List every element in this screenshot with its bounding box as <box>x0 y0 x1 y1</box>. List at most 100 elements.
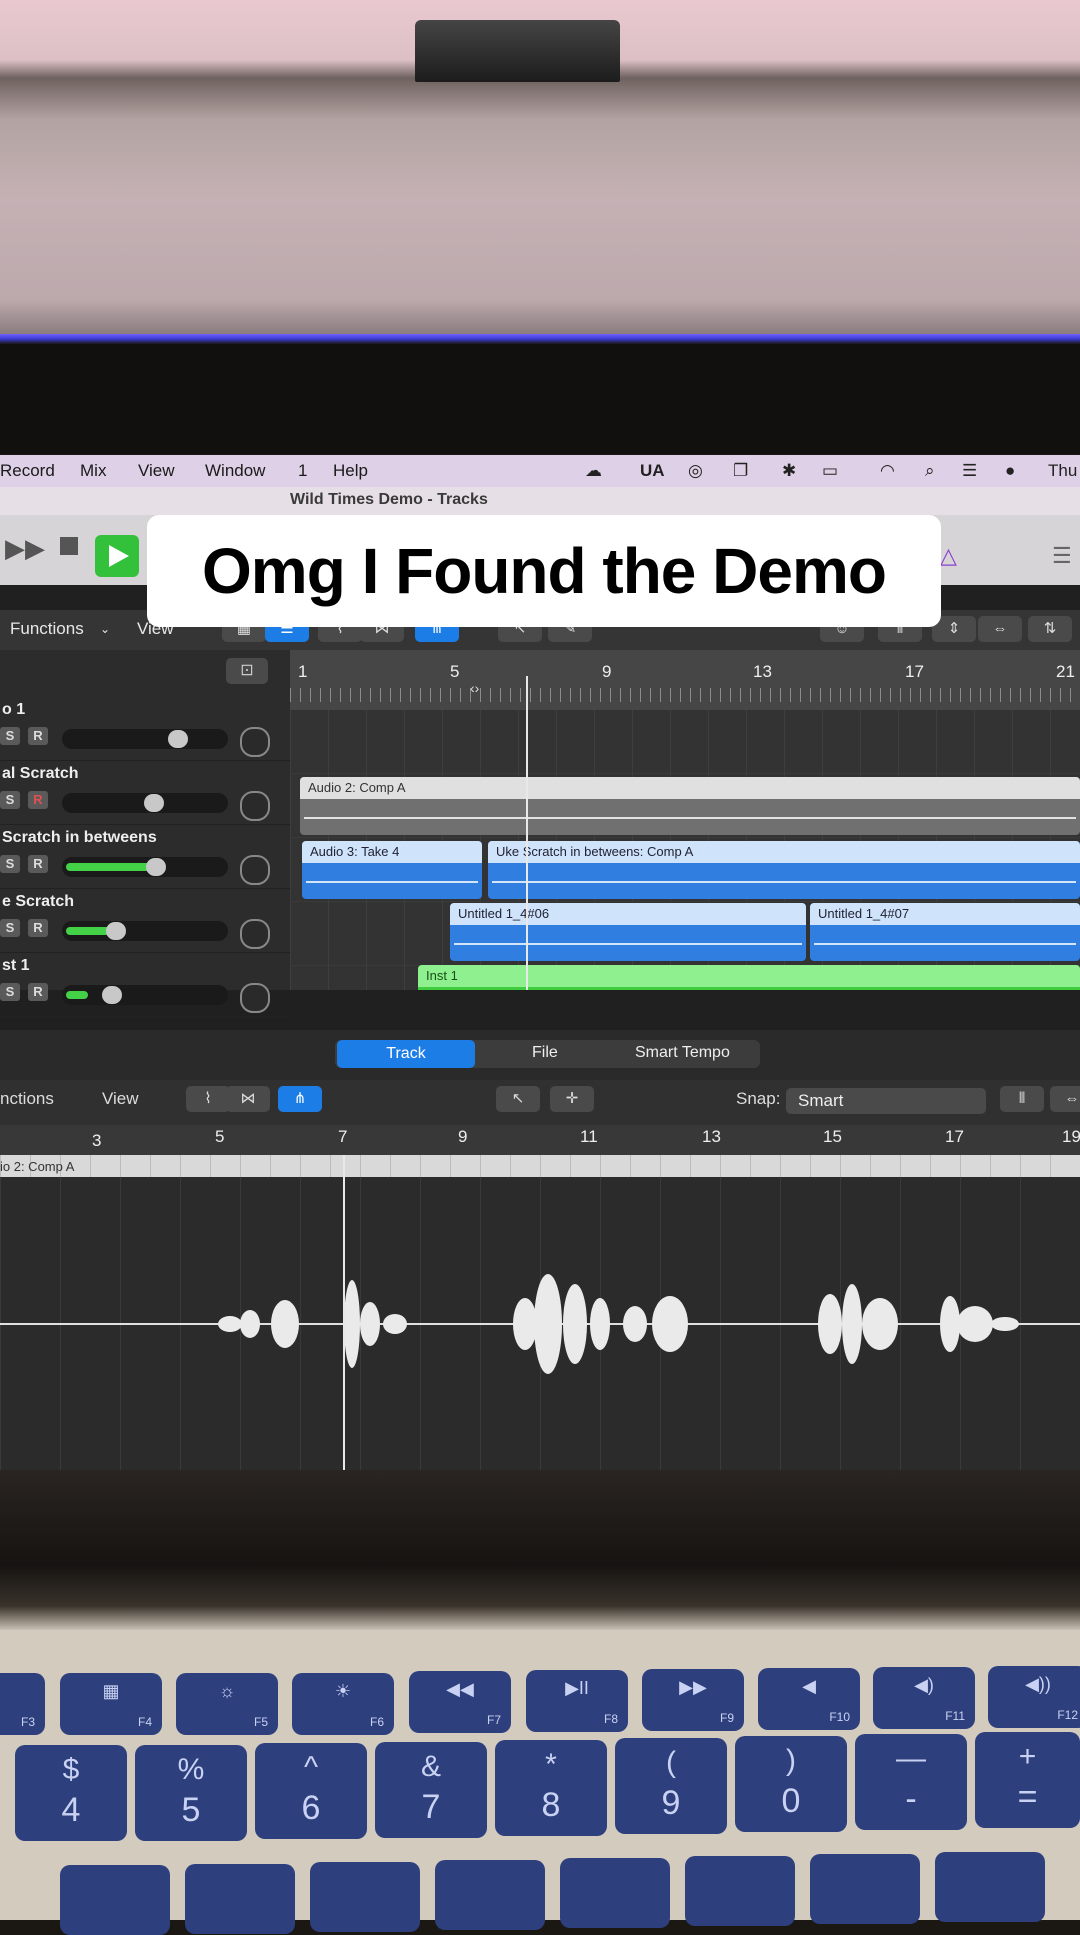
track-header[interactable]: al Scratch S R <box>0 761 290 825</box>
solo-button[interactable]: S <box>0 791 20 809</box>
siri-icon[interactable]: ● <box>1005 461 1015 481</box>
search-icon[interactable]: ⌕ <box>925 461 935 481</box>
functions-menu[interactable]: Functions <box>10 619 84 639</box>
snap-icon[interactable]: ⋔ <box>278 1086 322 1112</box>
crosshair-tool-icon[interactable]: ✛ <box>550 1086 594 1112</box>
track-header[interactable]: st 1 S R <box>0 953 290 1017</box>
record-button[interactable]: R <box>28 855 48 873</box>
pan-knob[interactable] <box>240 919 270 949</box>
horizontal-zoom-icon[interactable]: ⇔ <box>978 616 1022 642</box>
tab-file[interactable]: File <box>532 1044 558 1062</box>
key-9[interactable]: (9 <box>615 1738 727 1834</box>
bar-ruler[interactable]: 1 5 9 13 17 21 ‹› <box>290 650 1080 711</box>
volume-fader[interactable] <box>62 793 228 813</box>
audio-region[interactable]: Uke Scratch in betweens: Comp A <box>488 841 1080 899</box>
f6-key[interactable]: ☀ F6 <box>292 1673 394 1735</box>
catch-playhead-icon[interactable]: ⊡ <box>226 658 268 684</box>
f8-key[interactable]: ▶II F8 <box>526 1670 628 1732</box>
solo-button[interactable]: S <box>0 919 20 937</box>
region-strip[interactable]: io 2: Comp A <box>0 1155 1080 1177</box>
midi-region[interactable]: Inst 1 <box>418 965 1080 990</box>
menu-mix[interactable]: Mix <box>80 461 106 481</box>
stop-icon[interactable] <box>60 537 78 555</box>
editor-ruler[interactable]: 3 5 7 9 11 13 15 17 19 <box>0 1125 1080 1155</box>
zoom-slider-icon[interactable]: ⇅ <box>1028 616 1072 642</box>
volume-fader[interactable] <box>62 857 228 877</box>
pan-knob[interactable] <box>240 727 270 757</box>
solo-button[interactable]: S <box>0 855 20 873</box>
key-row-3[interactable] <box>560 1858 670 1928</box>
playhead[interactable] <box>526 676 528 990</box>
pan-knob[interactable] <box>240 791 270 821</box>
snap-select[interactable]: Smart <box>786 1088 986 1114</box>
functions-menu[interactable]: nctions <box>0 1089 54 1109</box>
menu-view[interactable]: View <box>138 461 175 481</box>
menu-1[interactable]: 1 <box>298 461 307 481</box>
key-7[interactable]: & 7 <box>375 1742 487 1838</box>
menu-help[interactable]: Help <box>333 461 368 481</box>
key-row-3[interactable] <box>685 1856 795 1926</box>
audio-region[interactable]: Untitled 1_4#06 <box>450 903 806 961</box>
key-minus[interactable]: — - <box>855 1734 967 1830</box>
creative-cloud-icon[interactable]: ☁ <box>585 461 602 481</box>
volume-fader[interactable] <box>62 985 228 1005</box>
f3-key[interactable]: F3 <box>0 1673 45 1735</box>
cycle-marker-icon[interactable]: ‹› <box>470 680 479 696</box>
waveform-display[interactable] <box>0 1155 1080 1470</box>
track-header[interactable]: Scratch in betweens S R <box>0 825 290 889</box>
pan-knob[interactable] <box>240 983 270 1013</box>
menu-record[interactable]: Record <box>0 461 55 481</box>
f10-key[interactable]: ◀ F10 <box>758 1668 860 1730</box>
key-8[interactable]: * 8 <box>495 1740 607 1836</box>
track-header[interactable]: o 1 S R <box>0 697 290 761</box>
audio-region[interactable]: Audio 2: Comp A <box>300 777 1080 835</box>
list-icon[interactable]: ☰ <box>1052 543 1080 571</box>
solo-button[interactable]: S <box>0 983 20 1001</box>
solo-button[interactable]: S <box>0 727 20 745</box>
key-0[interactable]: ) 0 <box>735 1736 847 1832</box>
record-button[interactable]: R <box>28 791 48 809</box>
key-equals[interactable]: + = <box>975 1732 1080 1828</box>
f4-key[interactable]: ▦ F4 <box>60 1673 162 1735</box>
pan-knob[interactable] <box>240 855 270 885</box>
record-button[interactable]: R <box>28 983 48 1001</box>
key-5[interactable]: % 5 <box>135 1745 247 1841</box>
control-center-icon[interactable]: ☰ <box>962 461 977 481</box>
tuner-icon[interactable]: △ <box>940 543 968 571</box>
key-row-3[interactable] <box>935 1852 1045 1922</box>
menu-window[interactable]: Window <box>205 461 265 481</box>
tab-track[interactable]: Track <box>337 1040 475 1068</box>
stage-manager-icon[interactable]: ❐ <box>733 461 748 481</box>
tracks-area[interactable]: 1 5 9 13 17 21 ‹› Audio 2: Comp A Audio … <box>290 650 1080 990</box>
fast-forward-icon[interactable]: ▶▶ <box>5 533 45 564</box>
horizontal-zoom-icon[interactable]: ⇔ <box>1050 1086 1080 1112</box>
f5-key[interactable]: ☼ F5 <box>176 1673 278 1735</box>
volume-fader[interactable] <box>62 729 228 749</box>
f7-key[interactable]: ◀◀ F7 <box>409 1671 511 1733</box>
view-menu[interactable]: View <box>102 1089 139 1109</box>
bluetooth-icon[interactable]: ✱ <box>782 461 796 481</box>
f12-key[interactable]: ◀)) F12 <box>988 1666 1080 1728</box>
f11-key[interactable]: ◀) F11 <box>873 1667 975 1729</box>
record-button[interactable]: R <box>28 919 48 937</box>
record-button[interactable]: R <box>28 727 48 745</box>
audio-region[interactable]: Audio 3: Take 4 <box>302 841 482 899</box>
track-lane[interactable] <box>290 710 1080 773</box>
flex-icon[interactable]: ⋈ <box>226 1086 270 1112</box>
audio-region[interactable]: Untitled 1_4#07 <box>810 903 1080 961</box>
key-row-3[interactable] <box>810 1854 920 1924</box>
wifi-icon[interactable]: ◠ <box>880 461 895 481</box>
playhead[interactable] <box>343 1155 345 1470</box>
tab-smart-tempo[interactable]: Smart Tempo <box>635 1044 730 1062</box>
key-row-3[interactable] <box>310 1862 420 1932</box>
key-4[interactable]: $4 <box>15 1745 127 1841</box>
volume-fader[interactable] <box>62 921 228 941</box>
play-button[interactable] <box>95 535 139 577</box>
key-row-3[interactable] <box>185 1864 295 1934</box>
key-6[interactable]: ^ 6 <box>255 1743 367 1839</box>
track-header[interactable]: e Scratch S R <box>0 889 290 953</box>
key-row-3[interactable] <box>60 1865 170 1935</box>
f9-key[interactable]: ▶▶ F9 <box>642 1669 744 1731</box>
automation-icon[interactable]: ⌇ <box>186 1086 230 1112</box>
battery-icon[interactable]: ▭ <box>822 461 838 481</box>
